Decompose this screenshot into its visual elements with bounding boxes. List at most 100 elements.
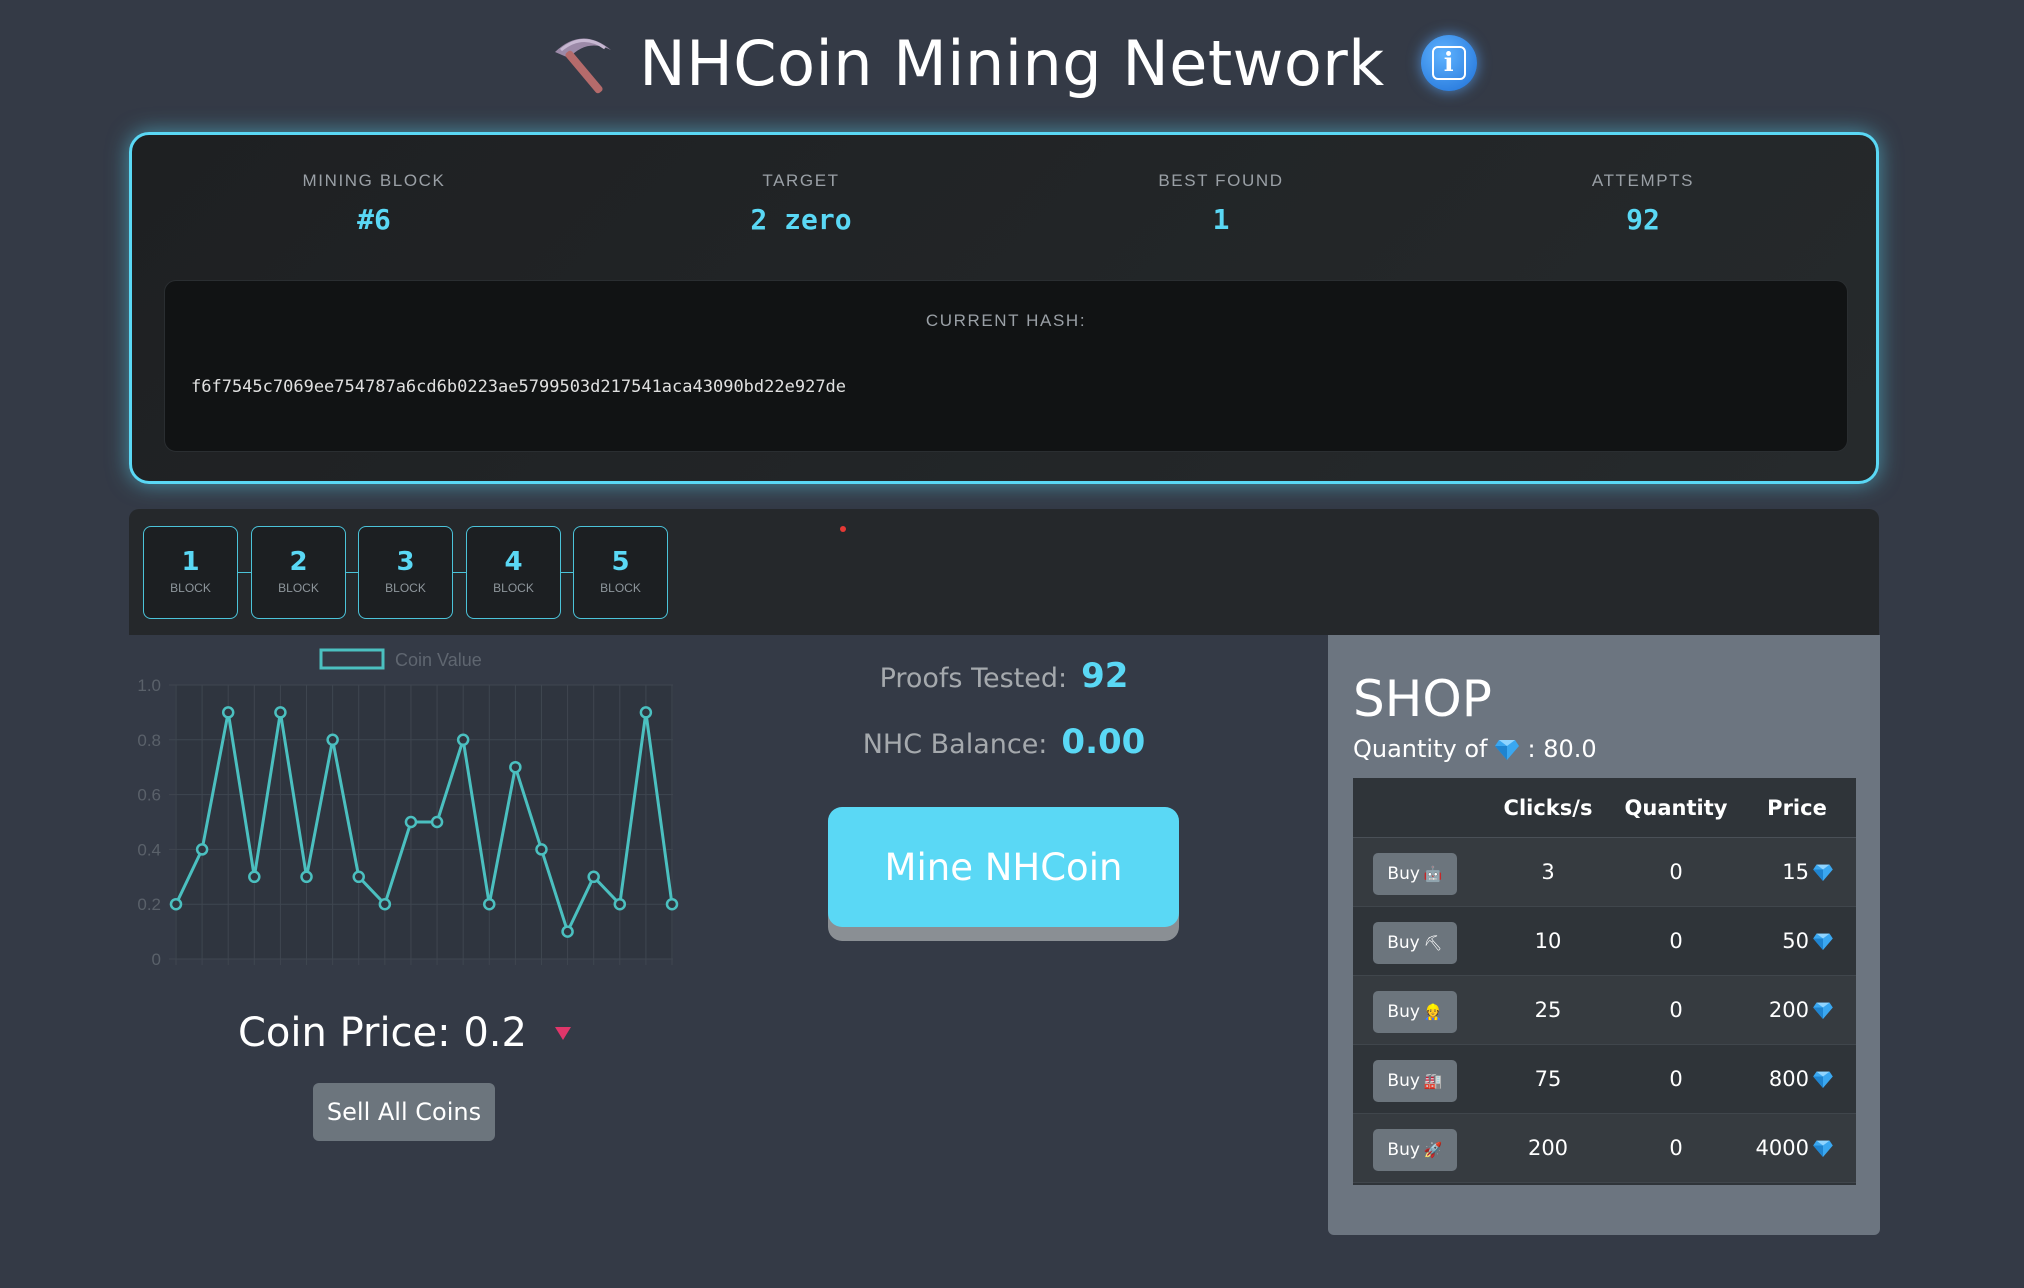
- y-tick-label: 0.4: [137, 840, 161, 859]
- chain-block[interactable]: 1 BLOCK: [143, 526, 238, 619]
- gem-icon: [1495, 740, 1520, 760]
- clicks-cell: 3: [1541, 860, 1555, 884]
- stat-mining-block: MINING BLOCK #6: [224, 171, 524, 236]
- pickaxe-icon: [555, 38, 612, 94]
- y-tick-label: 1.0: [137, 676, 161, 695]
- shop-row: Buy ⛏ 10 0 50: [1353, 907, 1856, 976]
- chain-link: [453, 572, 466, 573]
- buy-button[interactable]: Buy 🏭: [1373, 1060, 1457, 1102]
- stat-value: #6: [357, 203, 391, 236]
- column-header: Quantity: [1624, 796, 1728, 820]
- proofs-value: 92: [1081, 656, 1129, 696]
- block-number: 5: [611, 547, 630, 577]
- chain-block[interactable]: 3 BLOCK: [358, 526, 453, 619]
- quantity-cell: 0: [1669, 998, 1683, 1022]
- factory-icon: 🏭: [1423, 1072, 1443, 1090]
- data-point: [639, 706, 653, 719]
- y-tick-label: 0: [152, 950, 161, 969]
- price-value: 4000: [1755, 1136, 1809, 1160]
- mine-button[interactable]: Mine NHCoin: [828, 807, 1179, 927]
- data-point: [587, 870, 600, 884]
- buy-button[interactable]: Buy 🚀: [1373, 1129, 1457, 1171]
- quantity-cell: 0: [1669, 929, 1683, 953]
- quantity-cell: 0: [1669, 1136, 1683, 1160]
- page-title: NHCoin Mining Network: [639, 26, 1385, 100]
- stat-label: TARGET: [762, 171, 840, 190]
- coin-price-label: Coin Price: 0.2: [238, 1010, 527, 1056]
- shop-row: Buy 🤖 3 0 15: [1353, 838, 1856, 907]
- buy-button[interactable]: Buy 👷: [1373, 991, 1457, 1033]
- chain-block[interactable]: 4 BLOCK: [466, 526, 561, 619]
- stat-value: 2 zero: [750, 203, 852, 236]
- data-point: [169, 897, 183, 911]
- shop-row: Buy 🏭 75 0 800: [1353, 1045, 1856, 1114]
- price-value: 50: [1782, 929, 1809, 953]
- data-point: [378, 897, 392, 911]
- shop-panel: SHOP Quantity of : 80.0 Clicks/s Quantit…: [1328, 635, 1880, 1235]
- gem-icon: [1813, 1002, 1833, 1019]
- stat-label: ATTEMPTS: [1591, 171, 1695, 190]
- block-number: 3: [396, 547, 415, 577]
- block-label: BLOCK: [493, 581, 534, 595]
- price-value: 15: [1782, 860, 1809, 884]
- quantity-cell: 0: [1669, 860, 1683, 884]
- block-number: 4: [504, 547, 523, 577]
- gem-icon: [1813, 1140, 1833, 1157]
- block-number: 2: [289, 547, 308, 577]
- clicks-cell: 200: [1527, 1136, 1569, 1160]
- buy-button[interactable]: Buy ⛏: [1373, 922, 1457, 964]
- clicks-cell: 25: [1534, 998, 1562, 1022]
- mining-stats: MINING BLOCK #6 TARGET 2 zero BEST FOUND…: [132, 171, 1876, 251]
- data-point: [456, 733, 470, 747]
- price-cell: 200: [1733, 998, 1833, 1022]
- stat-label: MINING BLOCK: [302, 171, 446, 190]
- shop-table: Clicks/s Quantity Price Buy 🤖 3 0 15 Buy ⛏ 10 0 5…: [1353, 778, 1856, 1185]
- legend-label: Coin Value: [395, 650, 482, 670]
- chain-block[interactable]: 2 BLOCK: [251, 526, 346, 619]
- data-point: [665, 897, 679, 911]
- shop-quantity: Quantity of : 80.0: [1353, 735, 1597, 763]
- buy-button[interactable]: Buy 🤖: [1373, 853, 1457, 895]
- y-tick-label: 0.6: [137, 786, 161, 805]
- price-cell: 50: [1733, 929, 1833, 953]
- hash-label: CURRENT HASH:: [925, 311, 1087, 330]
- header: NHCoin Mining Network i: [0, 18, 2024, 108]
- worker-icon: 👷: [1423, 1003, 1443, 1021]
- coin-value-chart: 0 0.2 0.4 0.6 0.8 1.0 Coin Value: [125, 640, 685, 980]
- info-icon: i: [1431, 46, 1466, 80]
- data-point: [300, 870, 313, 884]
- rocket-icon: 🚀: [1423, 1141, 1443, 1159]
- sell-all-button[interactable]: Sell All Coins: [313, 1083, 495, 1141]
- proofs-tested: Proofs Tested: 92: [830, 656, 1178, 696]
- data-point: [221, 706, 235, 719]
- chain-block[interactable]: 5 BLOCK: [573, 526, 668, 619]
- data-point: [326, 733, 339, 747]
- data-point: [274, 706, 287, 719]
- pickaxe-icon: ⛏: [1423, 934, 1443, 952]
- stat-target: TARGET 2 zero: [651, 171, 951, 236]
- data-point: [613, 897, 627, 911]
- quantity-value: : 80.0: [1527, 735, 1597, 763]
- current-hash-box: CURRENT HASH: f6f7545c7069ee754787a6cd6b…: [164, 280, 1848, 452]
- price-value: 800: [1768, 1067, 1809, 1091]
- block-number: 1: [181, 547, 200, 577]
- column-header: Price: [1767, 796, 1827, 820]
- stat-best-found: BEST FOUND 1: [1071, 171, 1371, 236]
- balance-value: 0.00: [1061, 722, 1146, 762]
- block-label: BLOCK: [170, 581, 211, 595]
- hash-value: f6f7545c7069ee754787a6cd6b0223ae5799503d…: [191, 377, 847, 397]
- shop-table-header: Clicks/s Quantity Price: [1353, 778, 1856, 838]
- y-tick-label: 0.8: [137, 731, 161, 750]
- coin-price: Coin Price: 0.2: [238, 1010, 571, 1056]
- shop-row: Buy 👷 25 0 200: [1353, 976, 1856, 1045]
- nhc-balance: NHC Balance: 0.00: [830, 722, 1178, 762]
- stat-label: BEST FOUND: [1158, 171, 1284, 190]
- price-cell: 15: [1733, 860, 1833, 884]
- buy-label: Buy: [1387, 1071, 1420, 1091]
- proofs-label: Proofs Tested:: [879, 663, 1068, 694]
- info-button[interactable]: i: [1420, 35, 1477, 91]
- gem-icon: [1813, 1071, 1833, 1088]
- mining-panel: MINING BLOCK #6 TARGET 2 zero BEST FOUND…: [129, 132, 1879, 484]
- balance-label: NHC Balance:: [862, 729, 1048, 760]
- shop-title: SHOP: [1353, 670, 1492, 728]
